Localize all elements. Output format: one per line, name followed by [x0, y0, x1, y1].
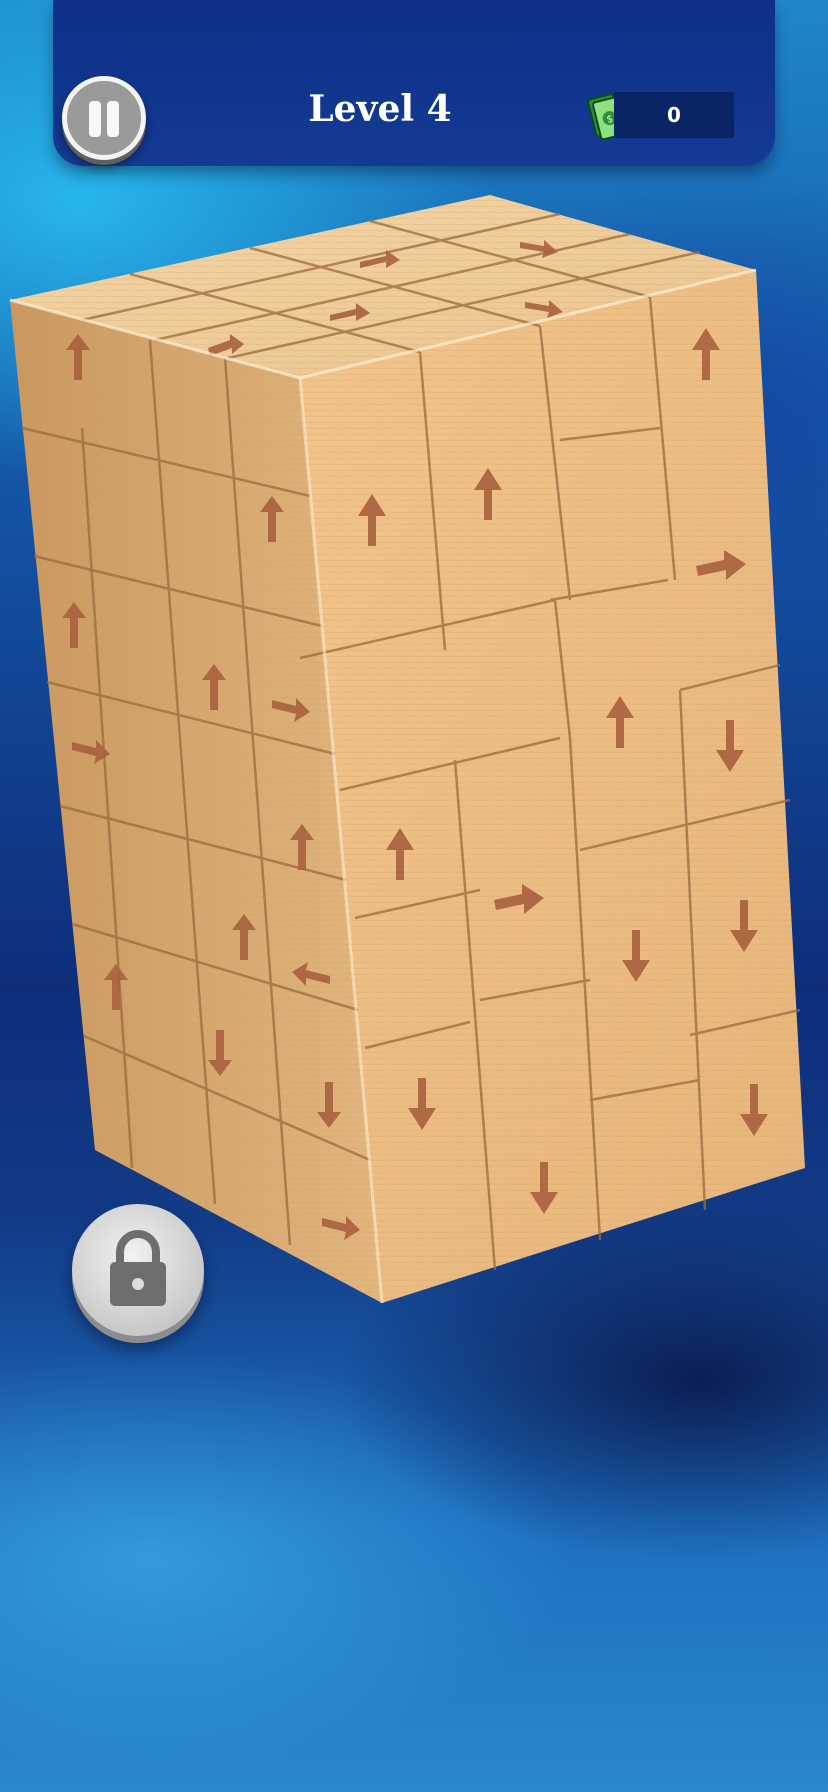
- wood-block-puzzle[interactable]: [0, 0, 828, 1792]
- lock-icon: [110, 1230, 166, 1306]
- lock-button[interactable]: [72, 1204, 204, 1336]
- cube-right-grain: [300, 270, 805, 1303]
